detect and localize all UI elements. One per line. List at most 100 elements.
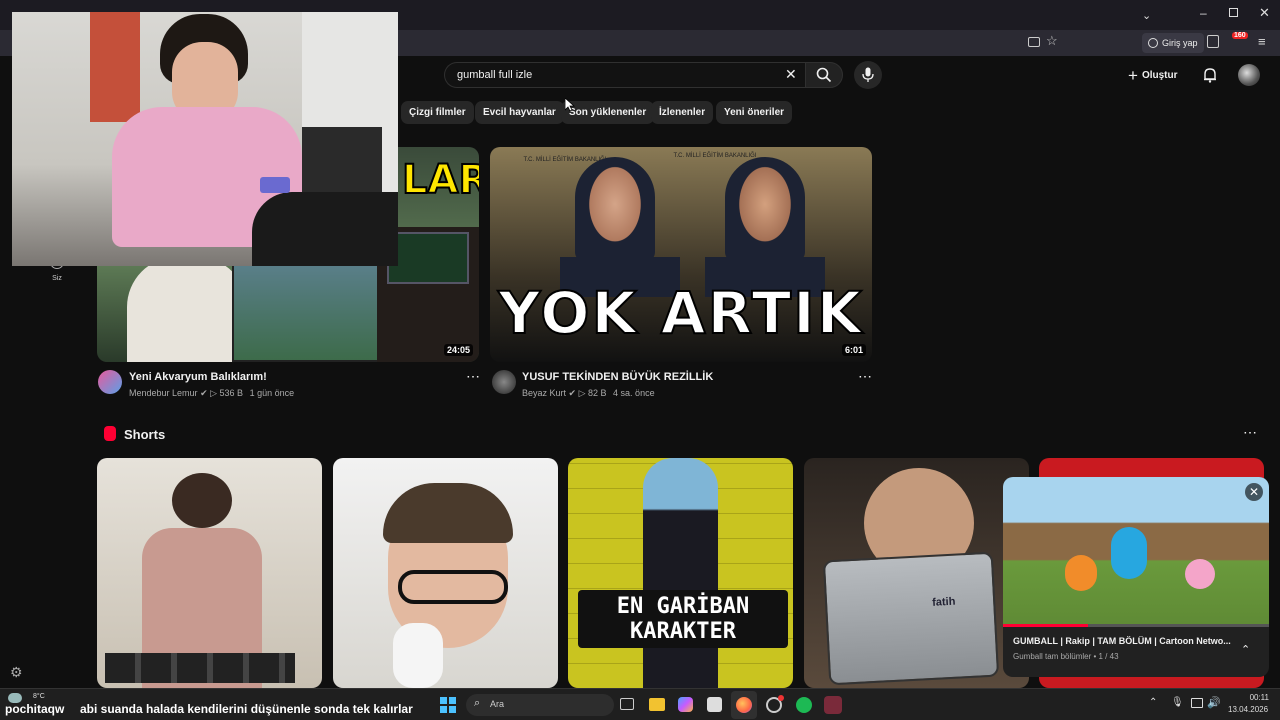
upload-age: 1 gün önce bbox=[249, 388, 295, 398]
cartoon-gumball bbox=[1111, 527, 1147, 579]
shorts-more-icon[interactable]: ⋯ bbox=[1243, 424, 1257, 441]
notifications-bell-icon[interactable] bbox=[1202, 67, 1218, 83]
short-tablet: fatih bbox=[822, 551, 1000, 686]
short-item[interactable]: EN GARİBAN KARAKTER bbox=[568, 458, 793, 688]
search-input[interactable]: gumball full izle bbox=[457, 69, 532, 81]
more-options-icon[interactable]: ⋯ bbox=[466, 368, 480, 385]
clock-time[interactable]: 00:11 bbox=[1245, 693, 1269, 702]
tray-chevron-icon[interactable]: ⌃ bbox=[1149, 697, 1157, 708]
webcam-stool bbox=[302, 127, 382, 197]
channel-avatar[interactable] bbox=[492, 370, 516, 394]
video-title[interactable]: YUSUF TEKİNDEN BÜYÜK REZİLLİK bbox=[522, 371, 713, 383]
search-button[interactable] bbox=[805, 62, 843, 88]
channel-name[interactable]: Mendebur Lemur bbox=[129, 388, 198, 398]
mini-player-progress-fill bbox=[1003, 624, 1089, 627]
short-glove bbox=[393, 623, 443, 688]
thumb-aquarium-tank bbox=[232, 262, 382, 362]
mini-player-title[interactable]: GUMBALL | Rakip | TAM BÖLÜM | Cartoon Ne… bbox=[1013, 636, 1238, 646]
window-chevron-icon[interactable]: ⌄ bbox=[1142, 9, 1151, 22]
search-box[interactable]: gumball full izle ✕ bbox=[444, 62, 806, 88]
signin-button[interactable]: Giriş yap bbox=[1142, 33, 1204, 53]
mini-player-progress[interactable] bbox=[1003, 624, 1269, 627]
clear-search-icon[interactable]: ✕ bbox=[785, 66, 797, 83]
channel-name[interactable]: Beyaz Kurt bbox=[522, 388, 566, 398]
mouse-cursor-icon bbox=[565, 98, 575, 112]
view-count: 536 B bbox=[219, 388, 244, 398]
ticker-message: abi suanda halada kendilerini düşünenle … bbox=[80, 702, 413, 716]
video-title[interactable]: Yeni Akvaryum Balıklarım! bbox=[129, 371, 267, 383]
bookmark-star-icon[interactable]: ☆ bbox=[1046, 33, 1058, 49]
taskbar-search[interactable]: ⌕ Ara bbox=[466, 694, 614, 716]
maximize-icon[interactable] bbox=[1229, 8, 1238, 17]
app-notification-dot bbox=[778, 695, 784, 701]
ticker-user: pochitaqw bbox=[5, 702, 65, 716]
short-glasses bbox=[398, 570, 508, 604]
thumb-portrait-right bbox=[725, 157, 805, 262]
mini-player-expand-icon[interactable]: ⌃ bbox=[1241, 643, 1250, 656]
spotify-icon[interactable] bbox=[796, 697, 812, 713]
mini-player-video[interactable] bbox=[1003, 477, 1269, 627]
mini-player-close-icon[interactable]: ✕ bbox=[1245, 483, 1263, 501]
screenshot-icon[interactable] bbox=[1028, 37, 1040, 47]
tray-network-icon[interactable] bbox=[1191, 698, 1203, 708]
mini-player[interactable]: ✕ GUMBALL | Rakip | TAM BÖLÜM | Cartoon … bbox=[1003, 477, 1269, 677]
short-item[interactable] bbox=[333, 458, 558, 688]
short-anime-figure bbox=[643, 458, 718, 688]
clock-date[interactable]: 13.04.2026 bbox=[1228, 705, 1268, 714]
task-view-icon[interactable] bbox=[620, 698, 634, 710]
microphone-icon bbox=[862, 67, 874, 82]
video-duration: 6:01 bbox=[841, 344, 866, 356]
settings-gear-icon[interactable]: ⚙ bbox=[10, 664, 23, 681]
video-duration: 24:05 bbox=[443, 344, 473, 356]
chip-watched[interactable]: İzlenenler bbox=[651, 101, 714, 124]
sidebar-item-label: Siz bbox=[52, 275, 62, 282]
thumb-portrait-left bbox=[575, 157, 655, 262]
menu-icon[interactable]: ≡ bbox=[1258, 34, 1266, 49]
short-hair bbox=[383, 483, 513, 543]
video-meta: Beyaz Kurt ✔ ▷ 82 B 4 sa. önce bbox=[522, 388, 655, 399]
shorts-logo-icon bbox=[104, 426, 116, 441]
chip-pets[interactable]: Evcil hayvanlar bbox=[475, 101, 564, 124]
webcam-overlay bbox=[12, 12, 398, 266]
taskbar-active-indicator bbox=[731, 691, 757, 719]
mini-player-subtitle: Gumball tam bölümler • 1 / 43 bbox=[1013, 652, 1119, 661]
chip-new-recommendations[interactable]: Yeni öneriler bbox=[716, 101, 793, 124]
short-caption: EN GARİBAN KARAKTER bbox=[578, 590, 788, 648]
short-figure bbox=[172, 473, 232, 528]
short-pixel-strip bbox=[105, 653, 295, 683]
notification-badge[interactable]: 160 bbox=[1232, 32, 1248, 39]
thumb-left-figure bbox=[127, 257, 247, 362]
close-window-icon[interactable]: ✕ bbox=[1259, 5, 1270, 21]
search-icon bbox=[816, 67, 832, 83]
file-explorer-icon[interactable] bbox=[649, 698, 665, 711]
short-item[interactable] bbox=[97, 458, 322, 688]
taskbar-search-icon: ⌕ bbox=[474, 697, 481, 709]
webcam-pants bbox=[252, 192, 398, 266]
create-button[interactable]: + Oluştur bbox=[1128, 64, 1178, 86]
copilot-icon[interactable] bbox=[678, 697, 693, 712]
avatar[interactable] bbox=[1238, 64, 1260, 86]
webcam-wall-red bbox=[90, 12, 140, 122]
tablet-brand: fatih bbox=[931, 595, 956, 609]
upload-age: 4 sa. önce bbox=[613, 388, 655, 398]
views-icon: ▷ bbox=[578, 388, 589, 398]
minimize-icon[interactable]: – bbox=[1200, 6, 1207, 20]
thumb-headline-text: LAR bbox=[401, 156, 479, 204]
voice-search-button[interactable] bbox=[854, 61, 882, 89]
more-options-icon[interactable]: ⋯ bbox=[858, 368, 872, 385]
extensions-icon[interactable] bbox=[1207, 35, 1219, 48]
start-button[interactable] bbox=[440, 697, 456, 713]
video-thumbnail-yok-artik[interactable]: T.C. MİLLİ EĞİTİM BAKANLIĞI T.C. MİLLİ E… bbox=[490, 147, 872, 362]
tray-volume-icon[interactable]: 🔊 bbox=[1207, 696, 1221, 709]
store-icon[interactable] bbox=[707, 697, 722, 712]
shorts-section-title: Shorts bbox=[124, 427, 166, 442]
cartoon-anais bbox=[1185, 559, 1215, 589]
game-app-icon[interactable] bbox=[824, 696, 842, 714]
thumb-headline-text: YOK ARTIK bbox=[497, 278, 864, 348]
weather-temp: 8°C bbox=[33, 693, 45, 700]
channel-avatar[interactable] bbox=[98, 370, 122, 394]
cartoon-darwin bbox=[1065, 555, 1097, 591]
tray-mic-icon[interactable]: 🎙 bbox=[1171, 697, 1184, 708]
chip-cartoons[interactable]: Çizgi filmler bbox=[401, 101, 474, 124]
short-item[interactable]: fatih bbox=[804, 458, 1029, 688]
